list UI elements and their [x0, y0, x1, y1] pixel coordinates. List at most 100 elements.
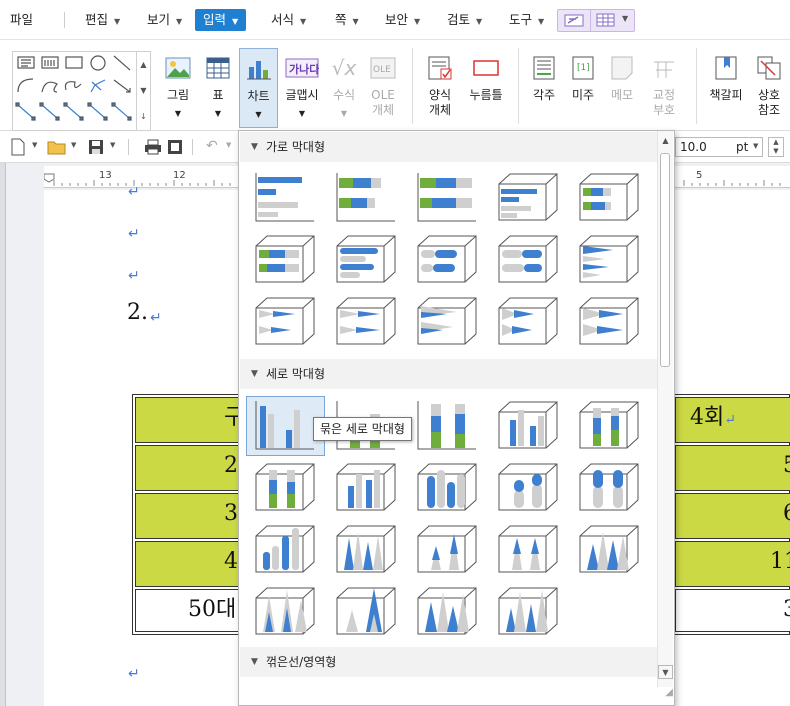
- chart-thumb-cone-column[interactable]: [336, 524, 396, 574]
- endnote-button[interactable]: [1] 미주: [565, 48, 601, 130]
- menu-review[interactable]: 검토 ▼: [444, 9, 485, 31]
- insert-table-button[interactable]: 표 ▼: [200, 48, 236, 130]
- chart-thumb-100-stacked-cone-bar[interactable]: [336, 296, 396, 346]
- font-size-stepper[interactable]: ▲ ▼: [768, 137, 784, 157]
- scroll-down-icon[interactable]: ▼: [658, 665, 673, 679]
- menu-tools[interactable]: 도구 ▼: [506, 9, 547, 31]
- chart-thumb-3d-100-stacked-column[interactable]: [255, 462, 315, 512]
- chevron-down-icon: ▼: [176, 17, 183, 26]
- chart-thumb-3d-column[interactable]: [336, 462, 396, 512]
- bookmark-button[interactable]: 책갈피: [704, 48, 748, 130]
- resize-grip-icon[interactable]: ◢: [659, 687, 673, 703]
- chevron-down-icon[interactable]: ▼: [110, 141, 115, 149]
- cross-reference-button[interactable]: 상호 참조: [750, 48, 788, 130]
- chart-thumb-cylinder-bar[interactable]: [336, 234, 396, 284]
- chart-thumb-clustered-bar[interactable]: [255, 172, 315, 222]
- chart-thumb-pyramid-column[interactable]: [579, 524, 639, 574]
- table-cell[interactable]: 2: [135, 445, 239, 491]
- print-icon[interactable]: [144, 139, 162, 155]
- menu-security[interactable]: 보안 ▼: [382, 9, 423, 31]
- menu-format[interactable]: 서식 ▼: [268, 9, 309, 31]
- insert-wordart-button[interactable]: 가나다 글맵시 ▼: [281, 48, 323, 130]
- chart-thumb-3d-cylinder-column[interactable]: [255, 524, 315, 574]
- chart-thumb-pyramid-bar[interactable]: [417, 296, 477, 346]
- chart-thumb-3d-clustered-column[interactable]: [498, 400, 558, 450]
- proofreading-mark-button[interactable]: 교정 부호: [644, 48, 684, 130]
- cross-reference-icon: [757, 56, 781, 80]
- chevron-down-icon: ▼: [232, 17, 239, 26]
- table-cell[interactable]: 구: [135, 397, 239, 443]
- insert-picture-label: 그림: [166, 88, 190, 102]
- chevron-down-icon: ▼: [251, 369, 258, 379]
- chevron-down-icon[interactable]: ▼: [71, 141, 76, 149]
- undo-icon[interactable]: ↶: [206, 138, 224, 154]
- print-preview-icon[interactable]: [167, 139, 183, 155]
- menu-view[interactable]: 보기 ▼: [144, 9, 185, 31]
- new-document-icon[interactable]: [10, 138, 26, 156]
- chart-thumb-3d-clustered-bar[interactable]: [498, 172, 558, 222]
- chart-thumb-100-stacked-cone-column[interactable]: [498, 524, 558, 574]
- section-header-line-area[interactable]: ▼ 꺾은선/영역형: [240, 647, 658, 677]
- table-cell[interactable]: 6: [675, 493, 790, 539]
- table-cell[interactable]: 11: [675, 541, 790, 587]
- form-object-button[interactable]: 양식 개체: [420, 48, 460, 130]
- menu-page[interactable]: 쪽 ▼: [332, 9, 362, 31]
- chart-thumb-3d-pyramid-column[interactable]: [417, 586, 477, 636]
- chart-thumb-stacked-pyramid-bar[interactable]: [498, 296, 558, 346]
- insert-chart-button[interactable]: 차트 ▼: [239, 48, 278, 128]
- shapes-gallery[interactable]: [12, 51, 137, 131]
- chart-thumb-stacked-bar[interactable]: [336, 172, 396, 222]
- quick-style-group[interactable]: ▼: [557, 9, 635, 32]
- chart-thumb-stacked-cone-column[interactable]: [417, 524, 477, 574]
- chart-thumb-100-stacked-pyramid-column[interactable]: [336, 586, 396, 636]
- chart-thumb-100-stacked-bar[interactable]: [417, 172, 477, 222]
- table-cell[interactable]: 4회↵: [675, 397, 790, 443]
- ole-icon: OLE: [370, 57, 396, 79]
- menu-security-label: 보안: [385, 12, 409, 27]
- table-style-icon: [596, 13, 616, 28]
- section-header-vertical-bar[interactable]: ▼ 세로 막대형: [240, 359, 658, 389]
- chevron-down-icon[interactable]: ▼: [32, 141, 37, 149]
- menu-insert[interactable]: 입력 ▼: [195, 9, 247, 31]
- chart-thumb-3d-stacked-bar[interactable]: [579, 172, 639, 222]
- chart-thumb-3d-stacked-column[interactable]: [579, 400, 639, 450]
- shapes-gallery-scroll[interactable]: ▲ ▼ ↓: [137, 51, 151, 131]
- section-header-horizontal-bar[interactable]: ▼ 가로 막대형: [240, 132, 658, 162]
- chart-thumb-100-stacked-pyramid-bar[interactable]: [579, 296, 639, 346]
- scroll-up-icon[interactable]: ▲: [658, 134, 673, 148]
- chart-thumb-3d-cone-column[interactable]: [498, 586, 558, 636]
- insert-picture-button[interactable]: 그림 ▼: [160, 48, 196, 130]
- chart-thumb-stacked-pyramid-column[interactable]: [255, 586, 315, 636]
- insert-equation-button[interactable]: √x 수식 ▼: [326, 48, 362, 130]
- chevron-down-icon[interactable]: ▼: [226, 141, 231, 149]
- table-cell[interactable]: 4: [135, 541, 239, 587]
- chart-thumb-stacked-cylinder-column[interactable]: [498, 462, 558, 512]
- table-cell[interactable]: 3: [675, 589, 790, 632]
- chart-thumb-cylinder-column[interactable]: [417, 462, 477, 512]
- chevron-down-icon: ▼: [251, 657, 258, 667]
- chart-thumb-stacked-cone-bar[interactable]: [255, 296, 315, 346]
- chart-thumb-100-stacked-cylinder-column[interactable]: [579, 462, 639, 512]
- chart-thumb-100-stacked-cylinder-bar[interactable]: [498, 234, 558, 284]
- chart-thumb-stacked-cylinder-bar[interactable]: [417, 234, 477, 284]
- save-icon[interactable]: [88, 139, 104, 155]
- chart-thumb-clustered-column[interactable]: [255, 400, 315, 450]
- chart-thumb-100-stacked-column[interactable]: [417, 400, 477, 450]
- memo-button[interactable]: 메모: [604, 48, 640, 130]
- insert-ole-button[interactable]: OLE OLE 개체: [364, 48, 402, 130]
- table-cell[interactable]: 50대: [135, 589, 239, 632]
- table-cell[interactable]: 3: [135, 493, 239, 539]
- table-cell[interactable]: 5: [675, 445, 790, 491]
- font-size-field[interactable]: 10.0 pt ▼: [675, 137, 763, 157]
- click-field-button[interactable]: 누름틀: [465, 48, 507, 130]
- ruler-mark: 5: [696, 170, 703, 181]
- footnote-button[interactable]: 각주: [526, 48, 562, 130]
- menu-file[interactable]: 파일: [7, 9, 36, 31]
- section-title: 꺾은선/영역형: [266, 655, 337, 669]
- chart-thumb-3d-100-stacked-bar[interactable]: [255, 234, 315, 284]
- scrollbar-thumb[interactable]: [660, 153, 670, 367]
- chart-thumb-cone-bar[interactable]: [579, 234, 639, 284]
- numbered-heading: 2.: [127, 300, 148, 325]
- open-folder-icon[interactable]: [47, 139, 67, 155]
- menu-edit[interactable]: 편집 ▼: [82, 9, 123, 31]
